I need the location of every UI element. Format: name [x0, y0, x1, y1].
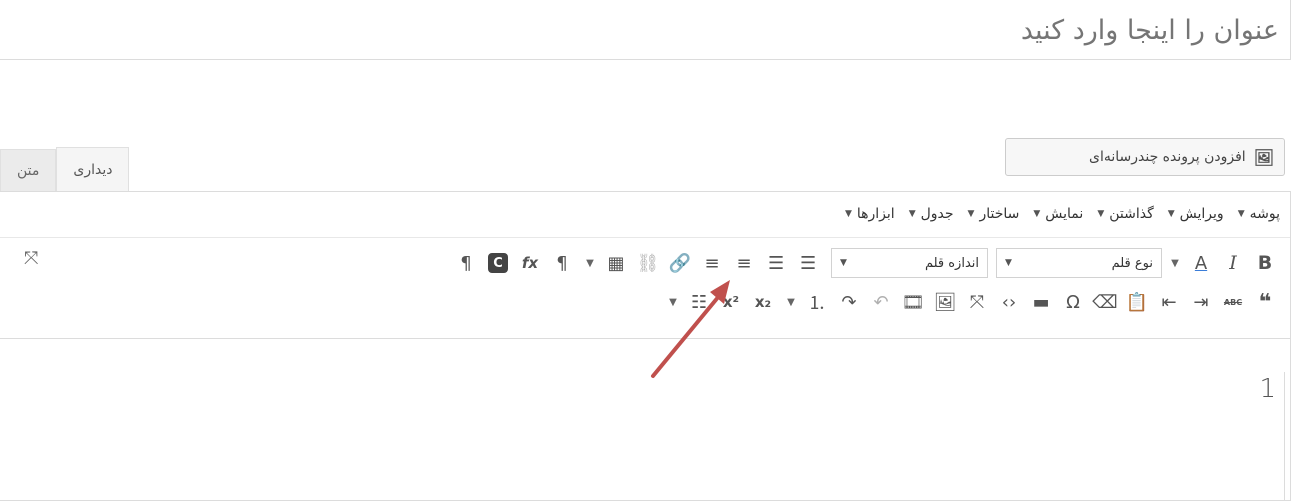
- content-line: 1: [1259, 374, 1276, 404]
- font-size-value: اندازه قلم: [924, 255, 979, 271]
- read-more-button[interactable]: ▬: [1026, 287, 1056, 317]
- menu-edit[interactable]: ویرایش ▼: [1168, 206, 1224, 222]
- add-media-button[interactable]: 🖼 افزودن پرونده چندرسانه‌ای: [1005, 138, 1285, 176]
- align-center-icon: ≡: [736, 252, 752, 274]
- blockquote-icon: ❝: [1258, 289, 1272, 315]
- table-button[interactable]: ▦: [601, 248, 631, 278]
- title-area: [0, 0, 1291, 60]
- code-icon: ‹›: [1001, 291, 1017, 313]
- menu-view[interactable]: نمایش ▼: [1033, 206, 1083, 222]
- code-c-button[interactable]: C: [483, 248, 513, 278]
- add-media-label: افزودن پرونده چندرسانه‌ای: [1089, 149, 1246, 165]
- caret-down-icon: ▼: [586, 257, 594, 269]
- clipboard-icon: 📋: [1125, 291, 1149, 313]
- menu-file[interactable]: پوشه ▼: [1238, 206, 1280, 222]
- toolbar-row-2: ❝ ABC ⇥ ⇤ 📋 ⌫ Ω ▬ ‹› ⤧ 🖼 🎞 ↶ ↷ ⒈ ▼ x₂ x²…: [660, 284, 1280, 320]
- tab-text[interactable]: متن: [0, 149, 57, 192]
- formula-button[interactable]: fx: [515, 248, 545, 278]
- add-media-icon: 🖼: [1253, 147, 1274, 167]
- paste-as-text-button[interactable]: 📋: [1122, 287, 1152, 317]
- menu-tools[interactable]: ابزارها ▼: [845, 206, 895, 222]
- caret-down-icon: ▼: [787, 296, 795, 308]
- formula-icon: fx: [521, 254, 539, 272]
- ltr-paragraph-icon: ¶: [556, 252, 568, 274]
- subscript-icon: x₂: [754, 293, 772, 311]
- align-left-button[interactable]: ☰: [761, 248, 791, 278]
- tab-visual[interactable]: دیداری: [56, 147, 130, 192]
- align-justify-button[interactable]: ☰: [793, 248, 823, 278]
- redo-icon: ↷: [841, 291, 857, 313]
- rtl-paragraph-icon: ¶: [460, 252, 472, 274]
- omega-icon: Ω: [1066, 291, 1080, 313]
- strikethrough-button[interactable]: ABC: [1218, 287, 1248, 317]
- editor-tabs: متن دیداری: [0, 147, 130, 192]
- align-justify-icon: ☰: [799, 252, 817, 274]
- fullscreen-button[interactable]: ⤧: [962, 287, 992, 317]
- rtl-paragraph-button[interactable]: ¶: [451, 248, 481, 278]
- eraser-icon: ⌫: [1092, 291, 1118, 313]
- numbered-list-dropdown[interactable]: ▼: [782, 287, 800, 317]
- read-more-icon: ▬: [1032, 291, 1050, 313]
- undo-button[interactable]: ↶: [866, 287, 896, 317]
- table-dropdown[interactable]: ▼: [581, 248, 599, 278]
- font-color-button[interactable]: A: [1186, 248, 1216, 278]
- expand-icon: ⤧: [24, 248, 39, 269]
- toolbar-row-1: B I A ▼ نوع قلم ▼ اندازه قلم ▼ ☰ ☰ ≡ ≡ 🔗…: [449, 245, 1280, 281]
- link-icon: 🔗: [668, 252, 692, 274]
- special-character-button[interactable]: Ω: [1058, 287, 1088, 317]
- caret-down-icon: ▼: [1237, 209, 1245, 219]
- source-code-button[interactable]: ‹›: [994, 287, 1024, 317]
- subscript-button[interactable]: x₂: [748, 287, 778, 317]
- film-icon: 🎞: [901, 291, 925, 313]
- caret-down-icon: ▼: [967, 209, 975, 219]
- strikethrough-icon: ABC: [1223, 297, 1243, 307]
- indent-icon: ⇥: [1193, 291, 1209, 313]
- caret-down-icon: ▼: [908, 209, 916, 219]
- font-family-select[interactable]: نوع قلم ▼: [996, 248, 1162, 278]
- align-right-icon: ≡: [704, 252, 720, 274]
- caret-down-icon: ▼: [1097, 209, 1105, 219]
- italic-button[interactable]: I: [1218, 248, 1248, 278]
- align-left-icon: ☰: [767, 252, 785, 274]
- undo-icon: ↶: [873, 291, 889, 313]
- numbered-list-button[interactable]: ⒈: [802, 287, 832, 317]
- caret-down-icon: ▼: [844, 209, 852, 219]
- content-border: [1284, 372, 1285, 501]
- numbered-list-icon: ⒈: [808, 293, 826, 314]
- indent-button[interactable]: ⇥: [1186, 287, 1216, 317]
- editor-menubar: پوشه ▼ ویرایش ▼ گذاشتن ▼ نمایش ▼ ساختار ▼ جدو…: [0, 191, 1290, 237]
- title-input[interactable]: [679, 10, 1279, 50]
- insert-media-button[interactable]: 🎞: [898, 287, 928, 317]
- font-family-value: نوع قلم: [1111, 255, 1153, 271]
- menu-table[interactable]: جدول ▼: [909, 206, 954, 222]
- bold-button[interactable]: B: [1250, 248, 1280, 278]
- outdent-button[interactable]: ⇤: [1154, 287, 1184, 317]
- caret-down-icon: ▼: [1033, 209, 1041, 219]
- blockquote-button[interactable]: ❝: [1250, 287, 1280, 317]
- caret-down-icon: ▼: [1171, 257, 1179, 269]
- distraction-free-button[interactable]: ⤧: [24, 248, 38, 269]
- table-icon: ▦: [607, 252, 625, 274]
- unlink-icon: ⛓: [636, 252, 660, 274]
- clear-formatting-button[interactable]: ⌫: [1090, 287, 1120, 317]
- insert-image-button[interactable]: 🖼: [930, 287, 960, 317]
- menu-format[interactable]: ساختار ▼: [968, 206, 1020, 222]
- menu-insert[interactable]: گذاشتن ▼: [1097, 206, 1153, 222]
- font-size-select[interactable]: اندازه قلم ▼: [831, 248, 988, 278]
- fullscreen-icon: ⤧: [969, 291, 985, 313]
- c-badge-icon: C: [488, 253, 508, 273]
- arrow-shaft: [651, 288, 726, 378]
- annotation-arrow: [651, 280, 730, 378]
- caret-down-icon: ▼: [1005, 258, 1012, 268]
- redo-button[interactable]: ↷: [834, 287, 864, 317]
- caret-down-icon: ▼: [840, 258, 847, 268]
- caret-down-icon: ▼: [1167, 209, 1175, 219]
- font-color-dropdown[interactable]: ▼: [1166, 248, 1184, 278]
- ltr-paragraph-button[interactable]: ¶: [547, 248, 577, 278]
- font-color-icon: A: [1194, 252, 1208, 274]
- outdent-icon: ⇤: [1161, 291, 1177, 313]
- image-icon: 🖼: [933, 291, 957, 313]
